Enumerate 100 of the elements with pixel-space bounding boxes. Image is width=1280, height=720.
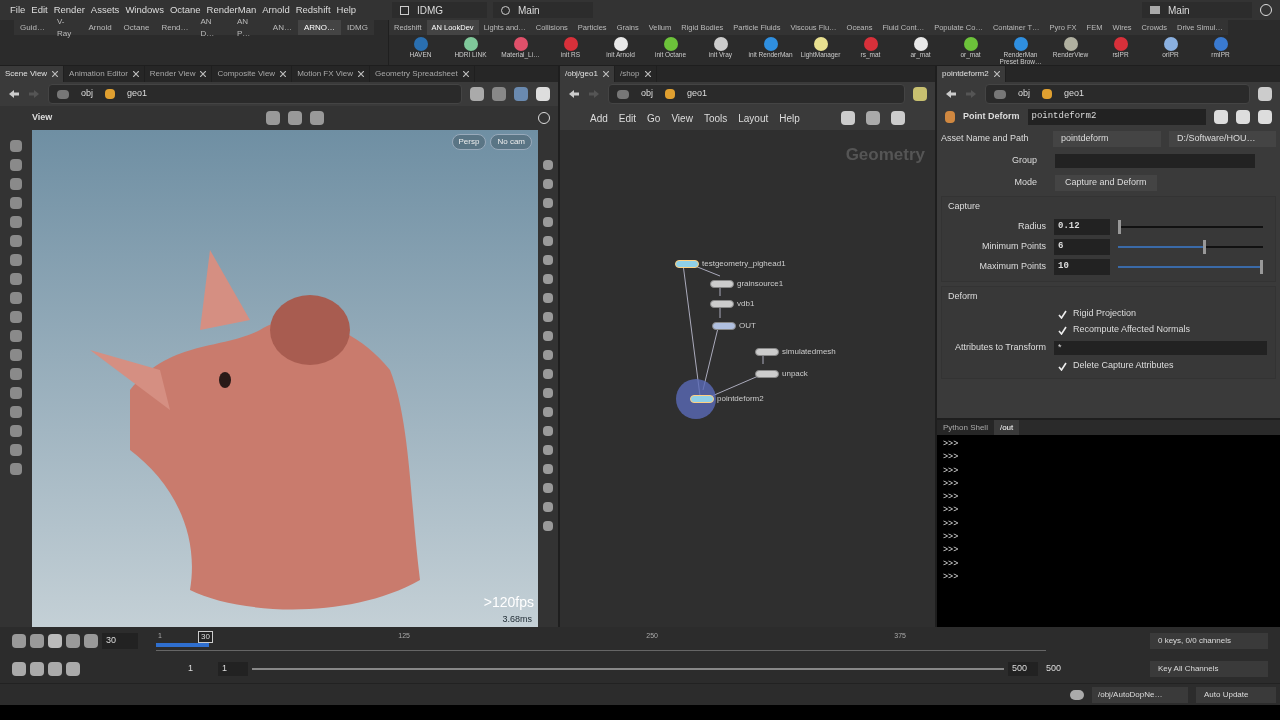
path-segment[interactable]: obj [81,87,93,101]
shelf-tab[interactable]: Rend… [155,20,195,35]
update-mode-dropdown[interactable]: Auto Update [1196,686,1276,703]
shelf-tab[interactable]: AN… [266,20,298,35]
node[interactable] [710,280,734,288]
path-dropdown[interactable]: /obj/AutoDopNe… [1092,686,1188,703]
node[interactable] [710,300,734,308]
node-label: pointdeform2 [717,393,764,405]
group-field[interactable] [1055,154,1255,168]
shell-prompt: >>> [943,464,960,478]
close-icon[interactable] [993,71,1000,77]
close-icon[interactable] [52,71,59,77]
range-track[interactable] [252,665,1004,673]
range-end-field[interactable]: 500 [1042,662,1072,676]
menu-item[interactable]: Octane [169,2,201,18]
context-dropdown[interactable]: Main [1142,2,1252,18]
node-label: grainsource1 [737,278,784,290]
back-arrow-icon[interactable] [945,89,957,99]
node-name-field[interactable]: pointdeform2 [1027,109,1206,125]
shelf-tab[interactable]: AN D… [194,20,231,35]
pane-tab[interactable]: Python Shell [937,420,994,435]
back-arrow-icon[interactable] [8,89,20,99]
close-icon[interactable] [462,71,469,77]
menu-item[interactable]: Layout [738,110,769,126]
camera-menu[interactable]: Persp [451,134,487,150]
field-label: Attributes to Transform [953,341,1046,355]
back-arrow-icon[interactable] [568,89,580,99]
path-segment[interactable]: geo1 [127,87,148,101]
menu-item[interactable]: File [10,2,26,18]
key-all-dropdown[interactable]: Key All Channels [1150,661,1268,677]
menu-item[interactable]: View [671,110,693,126]
context-dropdown[interactable]: Main [493,2,593,18]
close-icon[interactable] [200,71,207,77]
pane-tab[interactable]: pointdeform2 [937,66,1006,82]
menu-item[interactable]: Help [779,110,800,126]
shelf-tab[interactable]: Octane [117,20,156,35]
close-icon[interactable] [644,71,651,77]
pane-tab[interactable]: /obj/geo1 [560,66,615,82]
attributes-field[interactable]: * [1054,341,1267,355]
asset-name-dropdown[interactable]: pointdeform [1053,131,1161,147]
path-field[interactable]: obj geo1 [985,84,1250,104]
range-start-field[interactable]: 1 [184,662,214,676]
path-segment[interactable]: obj [641,87,653,101]
camera-menu[interactable]: No cam [490,134,532,150]
path-field[interactable]: obj geo1 [48,84,462,104]
close-icon[interactable] [132,71,139,77]
shell-prompt: >>> [943,544,960,558]
menu-item[interactable]: RenderMan [206,2,257,18]
close-icon[interactable] [602,71,609,77]
frame-marker[interactable]: 30 [198,631,213,643]
menu-item[interactable]: Assets [90,2,120,18]
menu-item[interactable]: Go [647,110,661,126]
asset-path-dropdown[interactable]: D:/Software/HOU… [1169,131,1276,147]
slider-thumb[interactable] [1118,219,1121,234]
menu-item[interactable]: Edit [618,110,637,126]
frame-field[interactable]: 30 [102,633,138,649]
slider-track[interactable] [1118,219,1263,234]
path-segment[interactable]: geo1 [1064,87,1085,101]
shelf-tab[interactable]: Arnold [82,20,118,35]
node-label: unpack [782,368,808,380]
path-segment[interactable]: geo1 [687,87,708,101]
menu-item[interactable]: Arnold [262,2,290,18]
shelf-tab[interactable]: AN P… [230,20,267,35]
shelf-tab[interactable]: Guid… [14,20,51,35]
slider-thumb[interactable] [1203,239,1207,254]
path-field[interactable]: obj geo1 [608,84,905,104]
node[interactable] [712,322,736,330]
value-field[interactable]: 0.12 [1054,218,1110,235]
shelf-tab[interactable]: IDMG [341,20,374,35]
field-label: Mode [1013,176,1037,190]
slider-track[interactable] [1118,239,1263,254]
menu-item[interactable]: Tools [703,110,728,126]
value-field[interactable]: 10 [1054,258,1110,275]
layout-icon [400,5,409,15]
menu-item[interactable]: Edit [31,2,48,18]
desktop-dropdown[interactable]: IDMG [392,2,487,18]
checkbox[interactable] [1058,309,1067,319]
value-field[interactable]: 6 [1054,238,1110,255]
pane-tab[interactable]: Scene View [0,66,65,82]
slider-track[interactable] [1118,259,1263,274]
menu-item[interactable]: Windows [125,2,164,18]
menu-item[interactable]: Render [53,2,85,18]
checkbox[interactable] [1058,325,1067,335]
node[interactable] [755,348,779,356]
mode-dropdown[interactable]: Capture and Deform [1055,175,1157,191]
close-icon[interactable] [280,71,287,77]
node-label: OUT [739,320,756,332]
pane-tab[interactable]: /out [993,420,1020,435]
shelf-tab[interactable]: ARNO… [297,20,342,35]
slider-thumb[interactable] [1260,259,1263,274]
node[interactable] [755,370,779,378]
viewport[interactable]: Persp No cam >120fps 3.68ms [32,130,538,627]
close-icon[interactable] [358,71,364,77]
path-segment[interactable]: obj [1018,87,1030,101]
checkbox[interactable] [1058,361,1067,371]
menu-item[interactable]: Redshift [295,2,331,18]
range-start-field[interactable]: 1 [218,662,248,676]
menu-item[interactable]: Add [590,110,608,126]
menu-item[interactable]: Help [336,2,357,18]
range-end-field[interactable]: 500 [1008,662,1038,676]
